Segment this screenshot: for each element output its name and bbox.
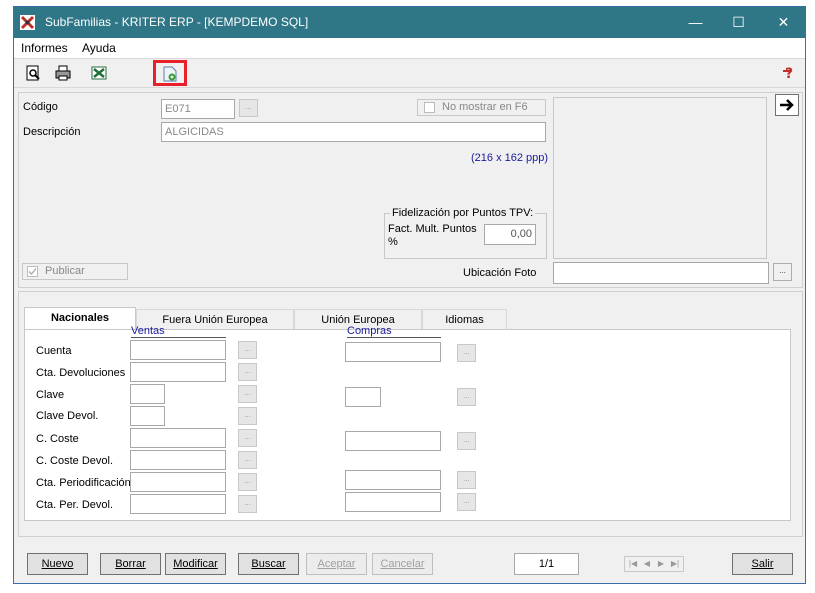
row-label-cta-periodificacion: Cta. Periodificación: [36, 477, 131, 489]
ventas-clave-devol-lookup[interactable]: ...: [238, 407, 257, 425]
toolbar: ?: [14, 58, 805, 88]
record-navigator: |◀ ◀ ▶ ▶|: [624, 556, 684, 572]
svg-text:?: ?: [785, 66, 793, 82]
compras-c-coste-lookup[interactable]: ...: [457, 432, 476, 450]
ventas-header: Ventas: [131, 325, 226, 338]
compras-cuenta-lookup[interactable]: ...: [457, 344, 476, 362]
fact-mult-field[interactable]: 0,00: [484, 224, 536, 245]
codigo-label: Código: [23, 101, 58, 113]
app-icon: [20, 15, 35, 30]
no-mostrar-label: No mostrar en F6: [442, 101, 528, 113]
print-preview-icon[interactable]: [24, 64, 42, 82]
menu-informes[interactable]: Informes: [21, 41, 68, 55]
row-label-cuenta: Cuenta: [36, 345, 72, 357]
row-label-c-coste-devol: C. Coste Devol.: [36, 455, 114, 467]
no-mostrar-check[interactable]: [424, 102, 435, 113]
ventas-cta-periodificacion-lookup[interactable]: ...: [238, 473, 257, 491]
codigo-lookup-button[interactable]: ...: [239, 99, 258, 117]
borrar-button[interactable]: Borrar: [100, 553, 161, 575]
maximize-button[interactable]: ☐: [716, 7, 761, 38]
compras-cuenta-field[interactable]: [345, 342, 441, 362]
ventas-c-coste-devol-lookup[interactable]: ...: [238, 451, 257, 469]
minimize-button[interactable]: —: [673, 7, 718, 38]
no-mostrar-checkbox[interactable]: No mostrar en F6: [417, 99, 546, 116]
ventas-clave-field[interactable]: [130, 384, 165, 404]
ventas-clave-devol-field[interactable]: [130, 406, 165, 426]
compras-cta-periodificacion-field[interactable]: [345, 470, 441, 490]
ventas-cta-per-devol-field[interactable]: [130, 494, 226, 514]
row-label-clave-devol: Clave Devol.: [36, 410, 99, 422]
ventas-cuenta-lookup[interactable]: ...: [238, 341, 257, 359]
ventas-cta-per-devol-lookup[interactable]: ...: [238, 495, 257, 513]
codigo-field[interactable]: E071: [161, 99, 235, 119]
ubicacion-label: Ubicación Foto: [463, 267, 537, 279]
row-label-cta-per-devol: Cta. Per. Devol.: [36, 499, 114, 511]
excel-export-icon[interactable]: [90, 64, 108, 82]
record-position: 1/1: [514, 553, 579, 575]
salir-button[interactable]: Salir: [732, 553, 793, 575]
publicar-label: Publicar: [45, 265, 85, 277]
close-button[interactable]: ✕: [761, 7, 806, 38]
image-size-label: (216 x 162 ppp): [471, 152, 549, 164]
compras-c-coste-field[interactable]: [345, 431, 441, 451]
help-icon[interactable]: ?: [781, 64, 799, 82]
menu-bar: Informes Ayuda: [14, 38, 805, 58]
ventas-cuenta-field[interactable]: [130, 340, 226, 360]
ventas-clave-lookup[interactable]: ...: [238, 385, 257, 403]
ventas-cta-devoluciones-field[interactable]: [130, 362, 226, 382]
window-title: SubFamilias - KRITER ERP - [KEMPDEMO SQL…: [45, 15, 309, 29]
compras-cta-per-devol-field[interactable]: [345, 492, 441, 512]
cancelar-button[interactable]: Cancelar: [372, 553, 433, 575]
next-arrow-button[interactable]: [775, 94, 799, 116]
publicar-checkbox[interactable]: Publicar: [22, 263, 128, 280]
nuevo-button[interactable]: Nuevo: [27, 553, 88, 575]
ventas-c-coste-field[interactable]: [130, 428, 226, 448]
export-button-highlight[interactable]: [153, 60, 187, 86]
nav-last-button[interactable]: ▶|: [668, 557, 682, 571]
fidelizacion-title: Fidelización por Puntos TPV:: [390, 207, 536, 219]
compras-cta-per-devol-lookup[interactable]: ...: [457, 493, 476, 511]
export-icon[interactable]: [163, 66, 177, 82]
descripcion-field[interactable]: ALGICIDAS: [161, 122, 546, 142]
ventas-cta-periodificacion-field[interactable]: [130, 472, 226, 492]
tab-nacionales[interactable]: Nacionales: [24, 307, 136, 330]
nav-prev-button[interactable]: ◀: [640, 557, 654, 571]
publicar-check[interactable]: [27, 266, 38, 277]
nav-next-button[interactable]: ▶: [654, 557, 668, 571]
main-window: SubFamilias - KRITER ERP - [KEMPDEMO SQL…: [13, 6, 806, 584]
modificar-button[interactable]: Modificar: [165, 553, 226, 575]
nav-first-button[interactable]: |◀: [626, 557, 640, 571]
ventas-c-coste-lookup[interactable]: ...: [238, 429, 257, 447]
menu-ayuda[interactable]: Ayuda: [82, 41, 116, 55]
photo-box: [553, 97, 767, 259]
compras-clave-lookup[interactable]: ...: [457, 388, 476, 406]
compras-header: Compras: [347, 325, 441, 338]
print-icon[interactable]: [54, 64, 72, 82]
row-label-c-coste: C. Coste: [36, 433, 79, 445]
fact-mult-label: Fact. Mult. Puntos %: [388, 223, 477, 248]
ubicacion-field[interactable]: [553, 262, 769, 284]
descripcion-label: Descripción: [23, 126, 81, 138]
ventas-c-coste-devol-field[interactable]: [130, 450, 226, 470]
ubicacion-browse-button[interactable]: ...: [773, 263, 792, 281]
buscar-button[interactable]: Buscar: [238, 553, 299, 575]
aceptar-button[interactable]: Aceptar: [306, 553, 367, 575]
row-label-clave: Clave: [36, 389, 65, 401]
compras-cta-periodificacion-lookup[interactable]: ...: [457, 471, 476, 489]
compras-clave-field[interactable]: [345, 387, 381, 407]
ventas-cta-devoluciones-lookup[interactable]: ...: [238, 363, 257, 381]
title-bar[interactable]: SubFamilias - KRITER ERP - [KEMPDEMO SQL…: [14, 7, 805, 38]
row-label-cta-devoluciones: Cta. Devoluciones: [36, 367, 126, 379]
